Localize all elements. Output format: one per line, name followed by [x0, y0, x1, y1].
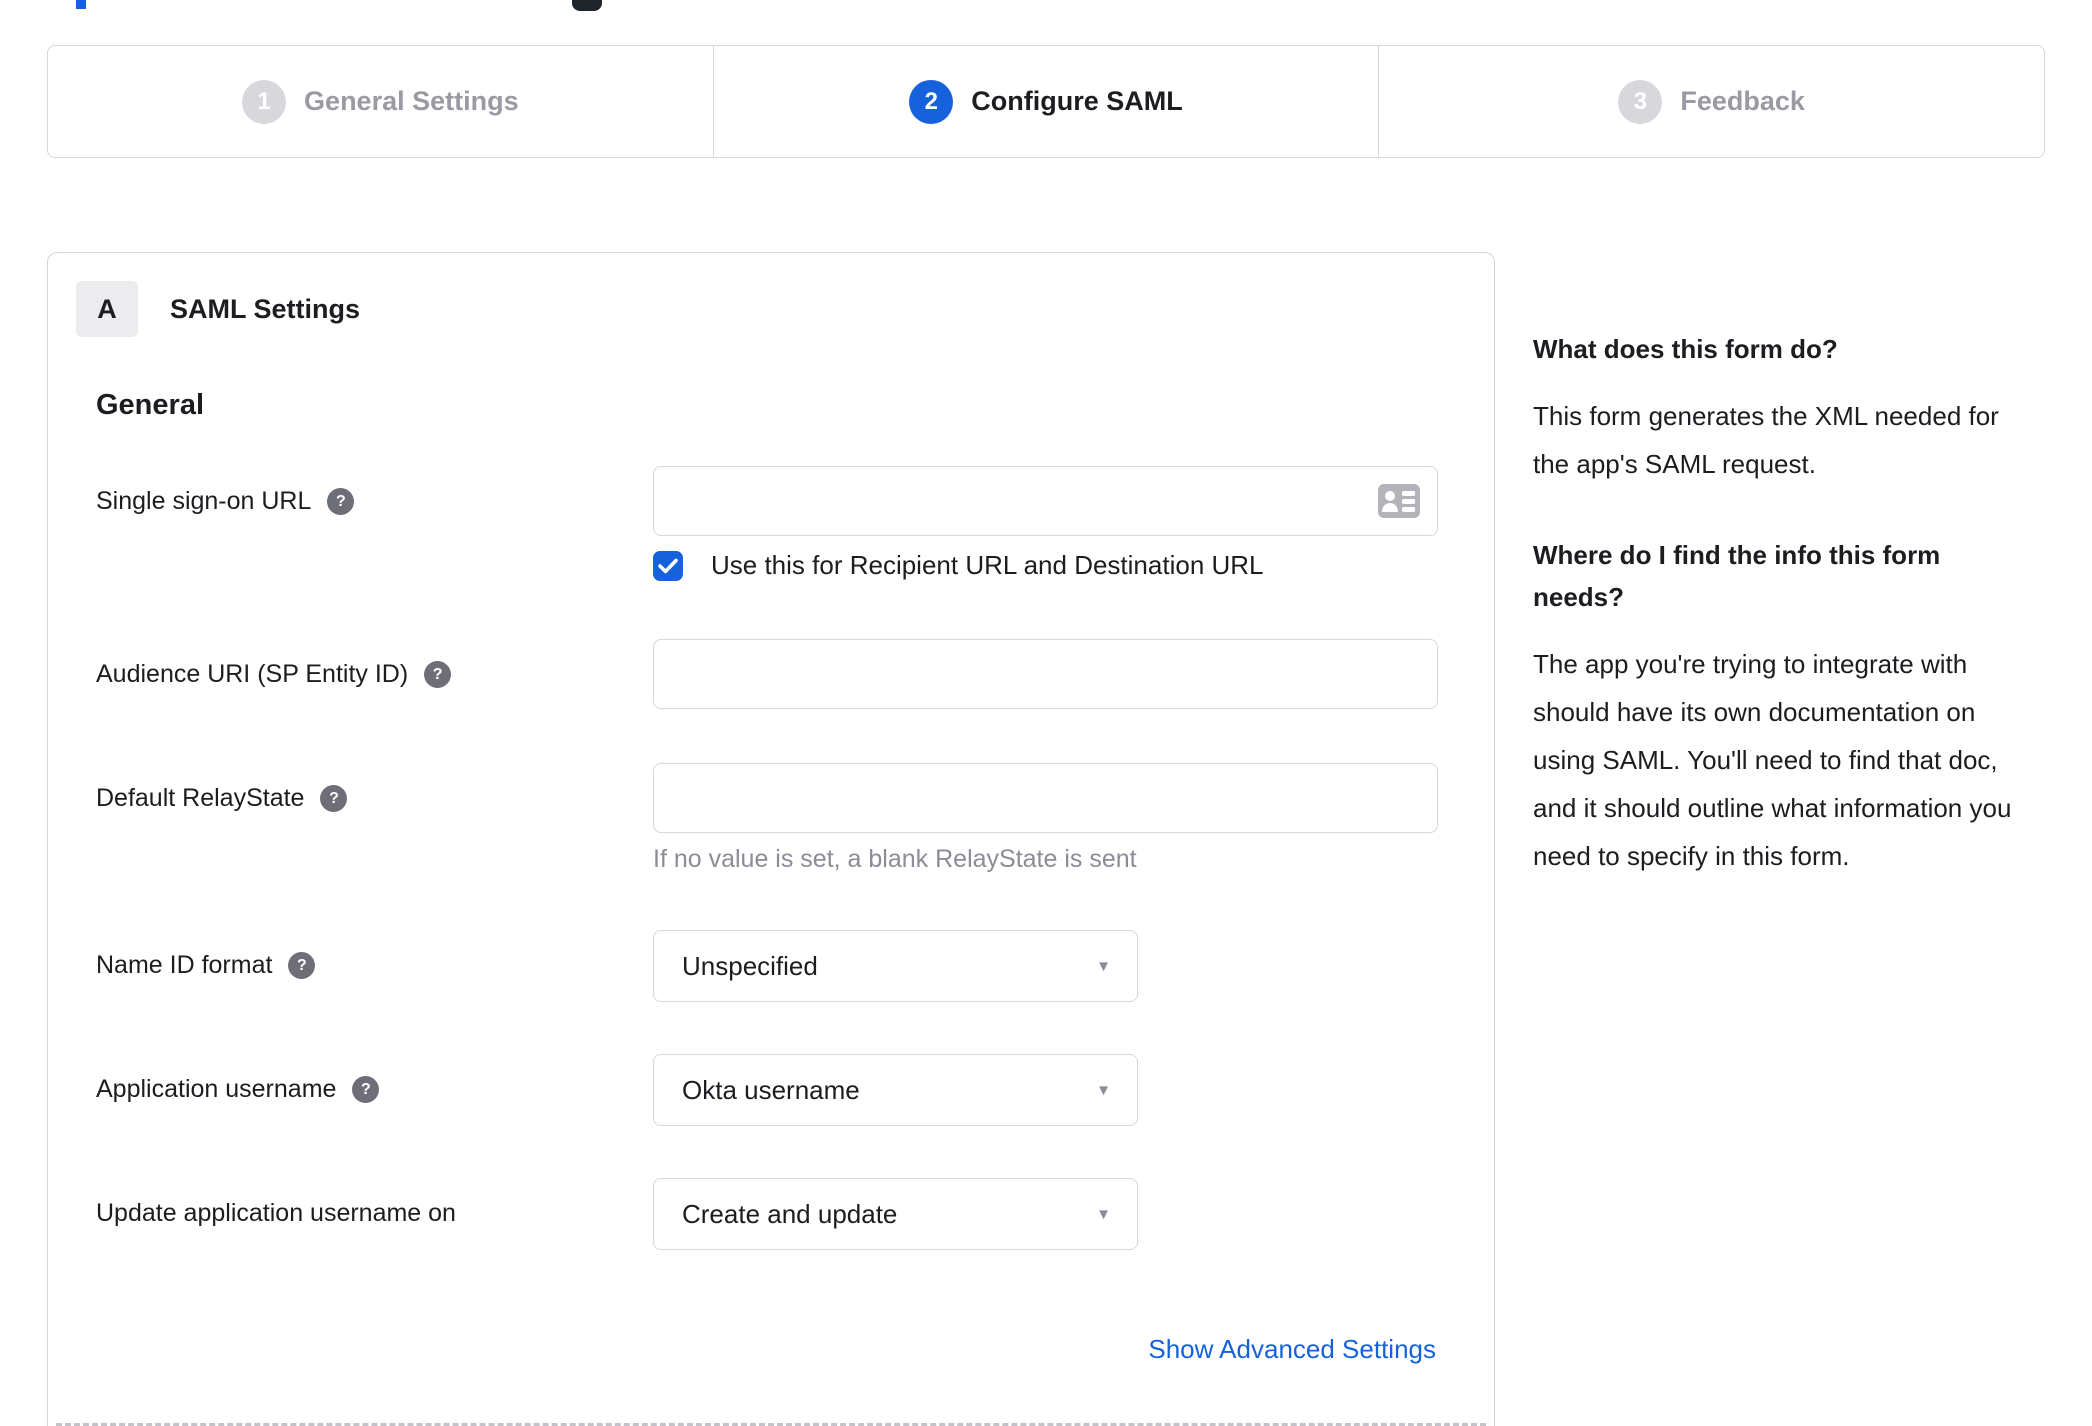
step-label: General Settings [304, 86, 519, 116]
caret-down-icon: ▼ [1096, 1081, 1111, 1099]
relay-state-label: Default RelayState [96, 784, 305, 812]
audience-uri-input[interactable] [653, 639, 1438, 709]
help-icon[interactable]: ? [352, 1076, 380, 1103]
help-icon[interactable]: ? [327, 488, 355, 515]
step-label: Configure SAML [971, 86, 1183, 116]
relay-state-hint: If no value is set, a blank RelayState i… [653, 845, 1137, 873]
logo-fragment [76, 0, 86, 9]
panel-header: A SAML Settings [76, 281, 1494, 337]
form-row-audience-uri: Audience URI (SP Entity ID) ? [48, 639, 1494, 709]
caret-down-icon: ▼ [1096, 957, 1111, 975]
update-username-label: Update application username on [96, 1199, 456, 1227]
update-username-select[interactable]: Create and update ▼ [653, 1178, 1138, 1250]
wizard-stepper: 1 General Settings 2 Configure SAML 3 Fe… [47, 45, 2045, 158]
relay-state-input[interactable] [653, 763, 1438, 833]
saml-settings-panel: A SAML Settings General Single sign-on U… [47, 252, 1495, 1426]
step-number-badge: 2 [909, 79, 954, 124]
help-sidebar: What does this form do? This form genera… [1533, 328, 2038, 880]
help-icon[interactable]: ? [288, 952, 316, 979]
app-icon-fragment [572, 0, 602, 11]
update-username-value: Create and update [682, 1198, 898, 1229]
nameid-format-label: Name ID format [96, 951, 273, 979]
address-card-icon[interactable] [1378, 484, 1420, 518]
form-row-sso-url: Single sign-on URL ? Use this for Recipi… [48, 466, 1494, 581]
step-number-badge: 1 [242, 79, 287, 124]
stepper-step-configure-saml[interactable]: 2 Configure SAML [714, 46, 1380, 157]
form-row-app-username: Application username ? Okta username ▼ [48, 1054, 1494, 1126]
form-row-nameid-format: Name ID format ? Unspecified ▼ [48, 930, 1494, 1002]
app-username-label: Application username [96, 1075, 337, 1103]
audience-uri-label: Audience URI (SP Entity ID) [96, 660, 409, 688]
sso-url-input[interactable] [653, 466, 1438, 536]
app-username-value: Okta username [682, 1074, 860, 1105]
app-username-select[interactable]: Okta username ▼ [653, 1054, 1138, 1126]
sso-url-label: Single sign-on URL [96, 487, 312, 515]
help-icon[interactable]: ? [320, 785, 348, 812]
stepper-step-feedback[interactable]: 3 Feedback [1379, 46, 2044, 157]
step-number-badge: 3 [1618, 79, 1663, 124]
general-section-heading: General [96, 389, 204, 421]
section-a-badge: A [76, 281, 138, 337]
caret-down-icon: ▼ [1096, 1205, 1111, 1223]
panel-title: SAML Settings [170, 293, 361, 324]
check-icon [658, 558, 678, 573]
form-row-update-username: Update application username on Create an… [48, 1178, 1494, 1250]
sidebar-question-1: What does this form do? [1533, 334, 1838, 364]
recipient-url-checkbox-label[interactable]: Use this for Recipient URL and Destinati… [711, 550, 1264, 581]
help-icon[interactable]: ? [424, 661, 452, 688]
recipient-url-checkbox[interactable] [653, 550, 683, 581]
sidebar-answer-2: The app you're trying to integrate with … [1533, 649, 2012, 871]
nameid-format-select[interactable]: Unspecified ▼ [653, 930, 1138, 1002]
step-label: Feedback [1680, 86, 1805, 116]
stepper-step-general-settings[interactable]: 1 General Settings [48, 46, 714, 157]
sidebar-question-2: Where do I find the info this form needs… [1533, 540, 1941, 612]
form-row-relay-state: Default RelayState ? If no value is set,… [48, 763, 1494, 874]
sidebar-answer-1: This form generates the XML needed for t… [1533, 401, 1999, 479]
show-advanced-settings-link[interactable]: Show Advanced Settings [1148, 1334, 1436, 1364]
nameid-format-value: Unspecified [682, 950, 818, 981]
